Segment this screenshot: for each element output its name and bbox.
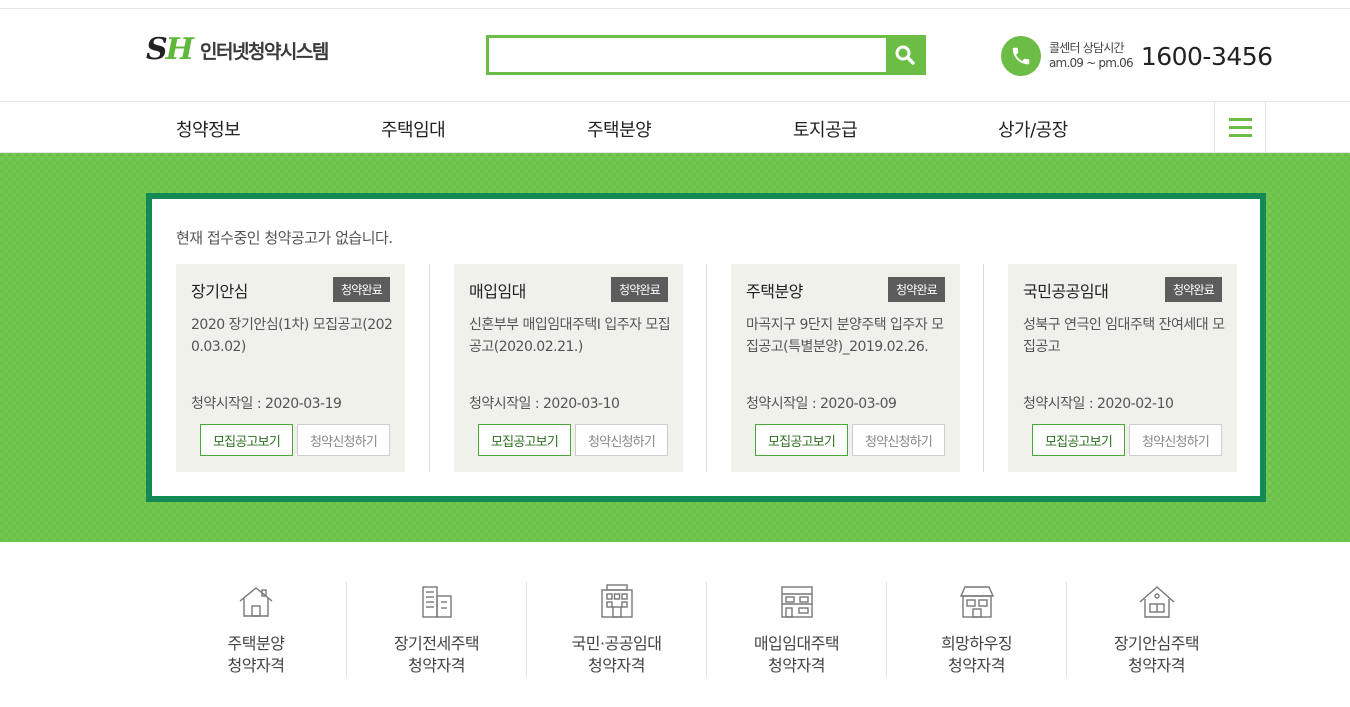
- search-icon: [895, 45, 915, 65]
- header: SH 인터넷청약시스템 콜센터 상담시간 am.09 ~ pm.06 1600-…: [0, 9, 1350, 101]
- view-notice-button[interactable]: 모집공고보기: [1032, 424, 1125, 456]
- home-icon: [1139, 586, 1174, 618]
- menu-icon[interactable]: [1214, 101, 1266, 153]
- nav-item-land[interactable]: 토지공급: [793, 116, 858, 142]
- callcenter-hours-text: 콜센터 상담시간 am.09 ~ pm.06: [1049, 41, 1134, 70]
- nav-item-rental[interactable]: 주택임대: [381, 116, 446, 142]
- apply-button[interactable]: 청약신청하기: [297, 424, 390, 456]
- building-icon: [421, 586, 452, 618]
- quick-links: 주택분양 청약자격 장기전세주택 청약자격 국민·공공임대 청약자격 매입임대주택 청약…: [0, 542, 1350, 707]
- nav-item-commercial[interactable]: 상가/공장: [998, 116, 1068, 142]
- quick-link-long-term-safe-eligibility[interactable]: 장기안심주택 청약자격: [1066, 582, 1246, 678]
- card-description[interactable]: 신혼부부 매입임대주택Ⅰ 입주자 모집공고(2020.02.21.): [469, 314, 674, 358]
- house-icon: [239, 587, 273, 617]
- apply-button[interactable]: 청약신청하기: [1129, 424, 1222, 456]
- top-line: [0, 0, 1350, 9]
- card-divider: [983, 264, 984, 472]
- quick-link-hope-housing-eligibility[interactable]: 희망하우징 청약자격: [886, 582, 1066, 678]
- view-notice-button[interactable]: 모집공고보기: [200, 424, 293, 456]
- nav-item-sale[interactable]: 주택분양: [587, 116, 652, 142]
- quick-link-sale-eligibility[interactable]: 주택분양 청약자격: [166, 582, 346, 678]
- apartment-icon: [600, 584, 633, 618]
- card-start-date: 청약시작일 : 2020-03-10: [469, 396, 620, 412]
- site-logo[interactable]: SH 인터넷청약시스템: [146, 32, 329, 67]
- card-divider: [429, 264, 430, 472]
- logo-text: 인터넷청약시스템: [200, 40, 329, 63]
- main-nav: 청약정보 주택임대 주택분양 토지공급 상가/공장: [0, 101, 1350, 153]
- card-start-date: 청약시작일 : 2020-02-10: [1023, 396, 1174, 412]
- card-description[interactable]: 2020 장기안심(1차) 모집공고(2020.03.02): [191, 314, 396, 358]
- callcenter-number: 1600-3456: [1140, 41, 1273, 71]
- notice-box: 현재 접수중인 청약공고가 없습니다. 장기안심 청약완료 2020 장기안심(…: [146, 193, 1266, 502]
- view-notice-button[interactable]: 모집공고보기: [755, 424, 848, 456]
- card-description[interactable]: 성북구 연극인 임대주택 잔여세대 모집공고: [1023, 314, 1228, 358]
- apply-button[interactable]: 청약신청하기: [852, 424, 945, 456]
- notice-card: 장기안심 청약완료 2020 장기안심(1차) 모집공고(2020.03.02)…: [176, 264, 405, 472]
- status-badge: 청약완료: [1165, 277, 1222, 302]
- quick-link-public-rental-eligibility[interactable]: 국민·공공임대 청약자격: [526, 582, 706, 678]
- status-badge: 청약완료: [888, 277, 945, 302]
- apply-button[interactable]: 청약신청하기: [575, 424, 668, 456]
- status-badge: 청약완료: [611, 277, 668, 302]
- nav-item-subscription-info[interactable]: 청약정보: [176, 116, 241, 142]
- quick-link-jeonse-eligibility[interactable]: 장기전세주택 청약자격: [346, 582, 526, 678]
- notice-message: 현재 접수중인 청약공고가 없습니다.: [176, 229, 393, 247]
- notice-card: 국민공공임대 청약완료 성북구 연극인 임대주택 잔여세대 모집공고 청약시작일…: [1008, 264, 1237, 472]
- logo-mark: SH: [146, 32, 194, 67]
- card-title: 국민공공임대: [1023, 282, 1109, 301]
- card-title: 장기안심: [191, 282, 248, 301]
- phone-icon: [1001, 36, 1041, 76]
- notice-card: 주택분양 청약완료 마곡지구 9단지 분양주택 입주자 모집공고(특별분양)_2…: [731, 264, 960, 472]
- status-badge: 청약완료: [333, 277, 390, 302]
- card-start-date: 청약시작일 : 2020-03-09: [746, 396, 897, 412]
- card-start-date: 청약시작일 : 2020-03-19: [191, 396, 342, 412]
- card-title: 매입임대: [469, 282, 526, 301]
- search-button[interactable]: [886, 38, 923, 72]
- search-bar: [486, 35, 926, 75]
- card-description[interactable]: 마곡지구 9단지 분양주택 입주자 모집공고(특별분양)_2019.02.26.: [746, 314, 951, 358]
- view-notice-button[interactable]: 모집공고보기: [478, 424, 571, 456]
- card-divider: [706, 264, 707, 472]
- notice-card: 매입임대 청약완료 신혼부부 매입임대주택Ⅰ 입주자 모집공고(2020.02.…: [454, 264, 683, 472]
- callcenter: 콜센터 상담시간 am.09 ~ pm.06 1600-3456: [1001, 36, 1273, 76]
- card-title: 주택분양: [746, 282, 803, 301]
- quick-link-purchase-rental-eligibility[interactable]: 매입임대주택 청약자격: [706, 582, 886, 678]
- townhouse-icon: [780, 586, 813, 618]
- notice-banner: 현재 접수중인 청약공고가 없습니다. 장기안심 청약완료 2020 장기안심(…: [0, 153, 1350, 542]
- store-house-icon: [959, 586, 994, 618]
- search-input[interactable]: [489, 38, 886, 72]
